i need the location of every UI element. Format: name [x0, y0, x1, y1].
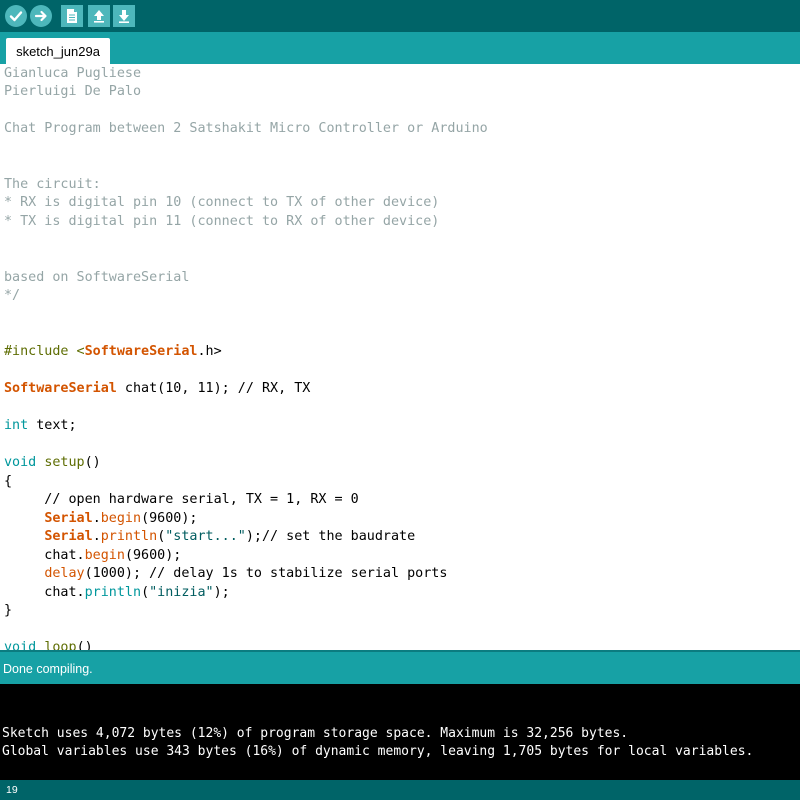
toolbar — [0, 0, 800, 32]
code-line: The circuit: — [4, 177, 101, 192]
code-line: Pierluigi De Palo — [4, 84, 142, 99]
code-line: based on SoftwareSerial — [4, 270, 190, 285]
code-line: void setup() — [4, 455, 101, 470]
code-line: Chat Program between 2 Satshakit Micro C… — [4, 121, 488, 136]
console-output[interactable]: Sketch uses 4,072 bytes (12%) of program… — [0, 684, 800, 780]
code-line: chat.println("inizia"); — [4, 585, 230, 600]
new-button[interactable] — [61, 5, 83, 27]
status-bar: Done compiling. — [0, 650, 800, 684]
code-line: // open hardware serial, TX = 1, RX = 0 — [4, 492, 359, 507]
code-line: } — [4, 603, 13, 618]
tab-label: sketch_jun29a — [16, 43, 100, 59]
code-line: * TX is digital pin 11 (connect to RX of… — [4, 214, 440, 229]
code-line: { — [4, 474, 13, 489]
code-line: Gianluca Pugliese — [4, 66, 142, 81]
code-line: #include <SoftwareSerial.h> — [4, 344, 222, 359]
code-line: int text; — [4, 418, 77, 433]
code-line: Serial.begin(9600); — [44, 511, 198, 526]
open-button[interactable] — [88, 5, 110, 27]
console-line: Sketch uses 4,072 bytes (12%) of program… — [2, 726, 629, 741]
arrow-up-icon — [94, 10, 104, 23]
code-line: */ — [4, 288, 21, 303]
arrow-down-icon — [119, 10, 129, 23]
save-button[interactable] — [113, 5, 135, 27]
bottom-status-bar: 19 — [0, 780, 800, 800]
code-line: chat.begin(9600); — [4, 548, 182, 563]
code-line: SoftwareSerial chat(10, 11); // RX, TX — [4, 381, 311, 396]
line-number: 19 — [6, 784, 18, 796]
code-editor[interactable]: Gianluca Pugliese Pierluigi De Palo Chat… — [0, 64, 800, 650]
checkmark-icon — [9, 11, 23, 22]
code-line: delay(1000); // delay 1s to stabilize se… — [44, 566, 448, 581]
tab-bar: sketch_jun29a — [0, 32, 800, 64]
tab-sketch[interactable]: sketch_jun29a — [6, 38, 110, 64]
code-line: * RX is digital pin 10 (connect to TX of… — [4, 195, 440, 210]
console-line: Global variables use 343 bytes (16%) of … — [2, 744, 754, 759]
code-line: void loop() — [4, 640, 93, 650]
upload-button[interactable] — [30, 5, 52, 27]
code-line: Serial.println("start...");// set the ba… — [44, 529, 416, 544]
new-file-icon — [67, 9, 77, 23]
status-message: Done compiling. — [3, 662, 93, 676]
verify-button[interactable] — [5, 5, 27, 27]
arrow-right-icon — [34, 10, 47, 22]
